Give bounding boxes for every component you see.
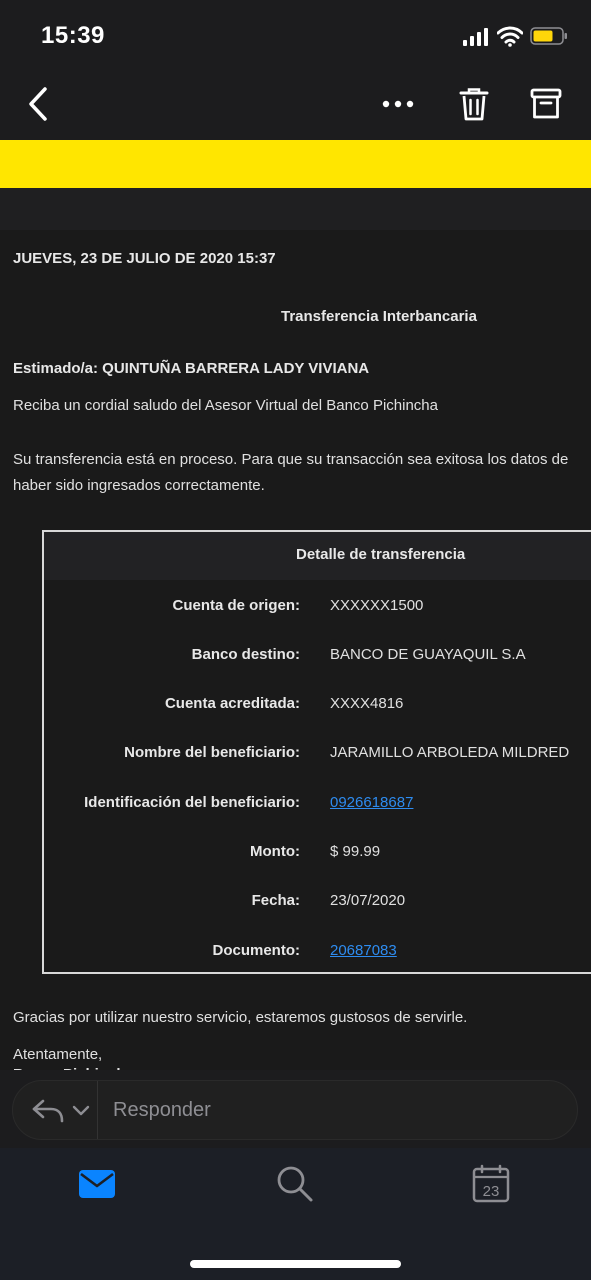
signal-icon	[463, 28, 488, 46]
email-heading: Transferencia Interbancaria	[281, 308, 477, 325]
email-date: JUEVES, 23 DE JULIO DE 2020 15:37	[13, 250, 276, 267]
detail-label: Identificación del beneficiario:	[84, 794, 300, 811]
reply-input[interactable]: Responder	[113, 1099, 211, 1122]
calendar-icon: 23	[472, 1164, 510, 1203]
detail-value: JARAMILLO ARBOLEDA MILDRED	[330, 744, 570, 761]
detail-value: $ 99.99	[330, 843, 381, 860]
reply-area: Responder	[0, 1070, 591, 1148]
delete-button[interactable]	[455, 84, 493, 124]
banner-bottom-strip	[0, 188, 591, 230]
email-signoff-name: Banco Pichincha	[13, 1062, 134, 1070]
tab-calendar[interactable]: 23	[466, 1162, 516, 1206]
detail-value: BANCO DE GUAYAQUIL S.A	[330, 646, 526, 663]
email-closing: Gracias por utilizar nuestro servicio, e…	[13, 1009, 468, 1026]
detail-label: Monto:	[250, 843, 300, 860]
transfer-details-table: Detalle de transferencia Cuenta de orige…	[42, 530, 591, 974]
detail-label: Cuenta acreditada:	[164, 695, 300, 712]
transfer-details-header: Detalle de transferencia	[44, 532, 591, 580]
archive-icon	[530, 88, 562, 119]
brand-banner	[0, 140, 591, 188]
ellipsis-icon	[382, 100, 414, 108]
detail-label: Fecha:	[251, 892, 300, 909]
chevron-left-icon	[29, 87, 47, 121]
detail-value: XXXXXX1500	[330, 597, 424, 614]
document-link[interactable]: 20687083	[330, 942, 397, 959]
detail-row-origin-account: Cuenta de origen: XXXXXX1500	[44, 592, 591, 622]
detail-value: 23/07/2020	[330, 892, 406, 909]
reply-icon[interactable]	[31, 1097, 65, 1125]
more-button[interactable]	[378, 86, 418, 122]
back-button[interactable]	[20, 82, 56, 126]
nav-bar	[0, 70, 591, 140]
detail-label: Documento:	[212, 942, 301, 959]
detail-row-beneficiary-id: Identificación del beneficiario: 0926618…	[44, 789, 591, 819]
detail-row-date: Fecha: 23/07/2020	[44, 887, 591, 917]
detail-label: Cuenta de origen:	[172, 597, 300, 614]
home-indicator	[190, 1260, 401, 1268]
wifi-icon	[497, 26, 523, 47]
detail-row-document: Documento: 20687083	[44, 937, 591, 967]
email-intro: Reciba un cordial saludo del Asesor Virt…	[13, 397, 438, 414]
reply-divider	[97, 1081, 98, 1139]
detail-label: Banco destino:	[191, 646, 300, 663]
trash-icon	[459, 88, 489, 121]
status-bar: 15:39	[0, 0, 591, 70]
search-icon	[277, 1166, 313, 1202]
transfer-details-title: Detalle de transferencia	[296, 546, 466, 563]
tab-mail[interactable]	[72, 1162, 122, 1206]
reply-bar[interactable]: Responder	[12, 1080, 578, 1140]
mail-icon	[79, 1170, 115, 1198]
archive-button[interactable]	[526, 84, 566, 124]
tab-search[interactable]	[270, 1162, 320, 1206]
chevron-down-icon[interactable]	[71, 1103, 91, 1119]
email-greeting: Estimado/a: QUINTUÑA BARRERA LADY VIVIAN…	[13, 360, 370, 377]
calendar-day: 23	[483, 1183, 500, 1200]
battery-icon	[530, 27, 567, 45]
detail-row-beneficiary-name: Nombre del beneficiario: JARAMILLO ARBOL…	[44, 739, 591, 769]
detail-label: Nombre del beneficiario:	[124, 744, 300, 761]
detail-row-destination-bank: Banco destino: BANCO DE GUAYAQUIL S.A	[44, 641, 591, 671]
email-notice: Su transferencia está en proceso. Para q…	[13, 451, 569, 494]
beneficiary-id-link[interactable]: 0926618687	[330, 794, 413, 811]
status-time: 15:39	[41, 22, 105, 49]
email-body: JUEVES, 23 DE JULIO DE 2020 15:37 Transf…	[0, 230, 591, 1070]
detail-row-amount: Monto: $ 99.99	[44, 838, 591, 868]
detail-row-credited-account: Cuenta acreditada: XXXX4816	[44, 690, 591, 720]
tab-bar: 23	[0, 1148, 591, 1280]
detail-value: XXXX4816	[330, 695, 404, 712]
